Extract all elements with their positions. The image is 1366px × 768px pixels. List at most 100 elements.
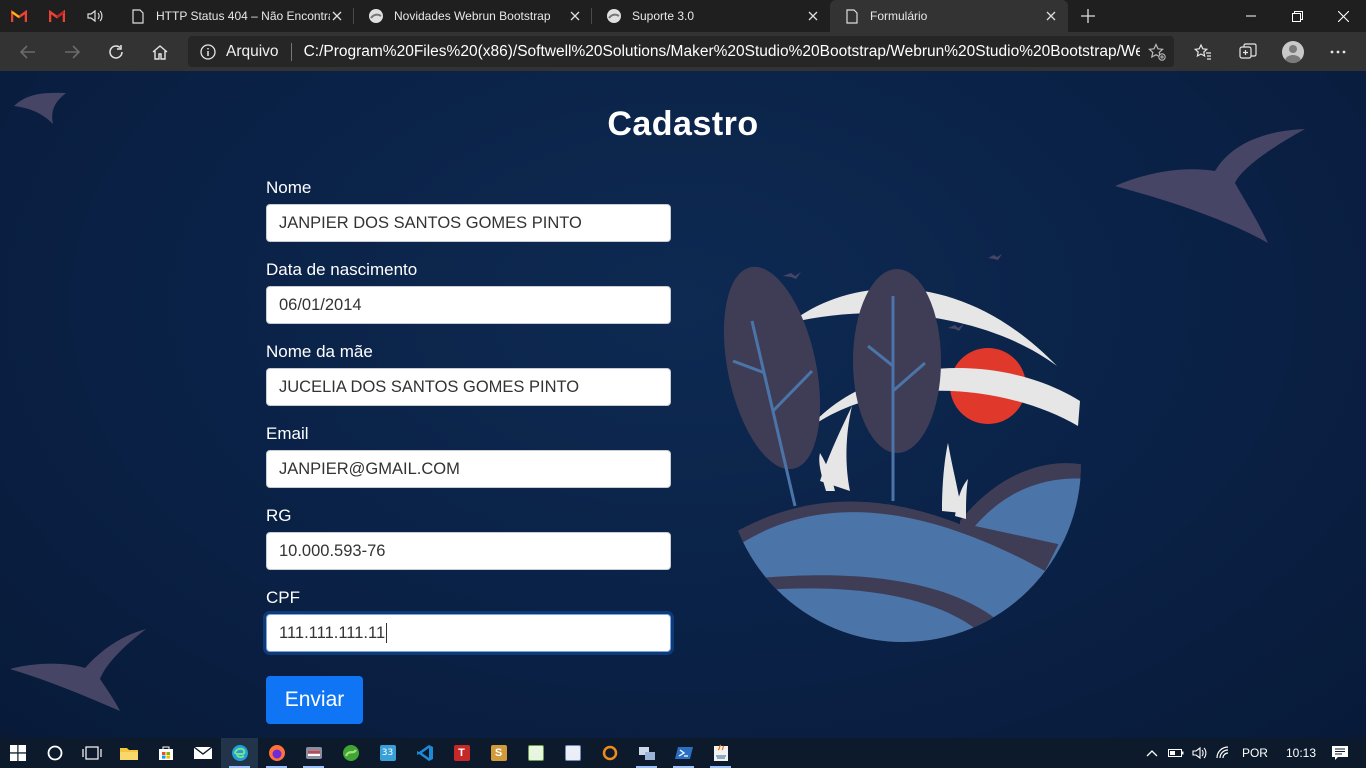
toolbar-actions [1180,32,1360,71]
snake-app-icon [342,745,359,761]
webrun-icon [368,8,384,24]
field-label-rg: RG [266,506,292,525]
favorites-button[interactable] [1180,32,1225,71]
app-button[interactable]: 33 [369,738,406,768]
speaker-icon [87,9,103,23]
input-value: JANPIER@GMAIL.COM [279,459,460,478]
enviar-button[interactable]: Enviar [266,676,363,724]
network-app-icon [638,747,655,760]
close-icon[interactable] [330,9,344,23]
tab-formulario[interactable]: Formulário [830,0,1068,32]
file-explorer-button[interactable] [110,738,147,768]
nome-mae-input[interactable]: JUCELIA DOS SANTOS GOMES PINTO [266,368,671,406]
browser-tab-bar: HTTP Status 404 – Não Encontrado Novidad… [0,0,1366,32]
show-hidden-icons-chevron-icon[interactable] [1140,749,1164,757]
task-view-button[interactable] [73,738,110,768]
app-button[interactable] [591,738,628,768]
restore-button[interactable] [1274,0,1320,32]
refresh-button[interactable] [94,32,138,71]
system-tray: POR 10:13 [1140,738,1366,768]
landscape-circle [723,266,1081,642]
info-icon[interactable] [200,43,220,60]
mail-button[interactable] [184,738,221,768]
page-icon [130,8,146,24]
pinned-tab-gmail-1[interactable] [0,0,38,32]
mail-icon [193,746,212,759]
cpf-input[interactable]: 111.111.111.11 [266,614,671,652]
tiny-bird-3 [948,324,964,331]
forward-button[interactable] [50,32,94,71]
app-button[interactable]: T [443,738,480,768]
battery-icon[interactable] [1164,748,1188,758]
task-view-icon [81,746,102,760]
settings-menu-button[interactable] [1315,32,1360,71]
browser-toolbar: Arquivo C:/Program%20Files%20(x86)/Softw… [0,32,1366,71]
refresh-icon [109,44,123,59]
close-icon[interactable] [1044,9,1058,23]
close-icon[interactable] [806,9,820,23]
collections-button[interactable] [1225,32,1270,71]
close-icon [1337,10,1349,22]
tab-title: Formulário [870,9,928,23]
powershell-button[interactable] [665,738,702,768]
app-button[interactable] [517,738,554,768]
input-language-indicator[interactable]: POR [1242,746,1268,760]
collections-icon [1238,42,1257,59]
url-text[interactable]: C:/Program%20Files%20(x86)/Softwell%20So… [304,43,1140,61]
wifi-icon[interactable] [1212,746,1236,760]
search-button[interactable] [36,738,73,768]
app-icon [564,745,581,761]
java-app-button[interactable] [702,738,739,768]
pinned-tab-audio[interactable] [76,0,114,32]
tab-novidades-webrun[interactable]: Novidades Webrun Bootstrap [354,0,592,32]
gmail-icon [11,10,27,22]
home-button[interactable] [138,32,182,71]
start-button[interactable] [0,738,36,768]
edge-button[interactable] [221,738,258,768]
java-icon [713,744,728,761]
text-caret [386,623,388,643]
add-favorite-icon[interactable] [1140,42,1174,61]
back-button[interactable] [6,32,50,71]
vscode-button[interactable] [406,738,443,768]
pinned-tab-gmail-2[interactable] [38,0,76,32]
tab-title: Novidades Webrun Bootstrap [394,9,551,23]
close-window-button[interactable] [1320,0,1366,32]
store-button[interactable] [147,738,184,768]
app-button[interactable] [295,738,332,768]
tab-suporte[interactable]: Suporte 3.0 [592,0,830,32]
window-controls [1228,0,1366,32]
data-nascimento-input[interactable]: 06/01/2014 [266,286,671,324]
app-button[interactable] [554,738,591,768]
page-viewport: Cadastro Nome JANPIER DOS SANTOS GOMES P… [0,71,1366,738]
profile-button[interactable] [1270,32,1315,71]
rg-input[interactable]: 10.000.593-76 [266,532,671,570]
email-input[interactable]: JANPIER@GMAIL.COM [266,450,671,488]
volume-icon[interactable] [1188,746,1212,760]
system-clock[interactable]: 10:13 [1286,746,1316,760]
firefox-button[interactable] [258,738,295,768]
bird-bottom-left [10,629,146,711]
app-button[interactable] [332,738,369,768]
minimize-icon [1246,15,1256,17]
tab-title: HTTP Status 404 – Não Encontrado [156,9,330,23]
tab-http-404[interactable]: HTTP Status 404 – Não Encontrado [116,0,354,32]
vscode-icon [416,745,433,761]
app-button[interactable]: S [480,738,517,768]
cortana-icon [47,745,62,761]
more-options-icon [1330,50,1345,53]
page-title: Cadastro [607,105,759,143]
restore-icon [1291,10,1303,22]
folder-icon [119,748,138,760]
app-button[interactable] [628,738,665,768]
close-icon[interactable] [568,9,582,23]
nome-input[interactable]: JANPIER DOS SANTOS GOMES PINTO [266,204,671,242]
notifications-icon[interactable] [1328,745,1352,761]
bird-top-right [1115,129,1305,243]
site-security-label[interactable]: Arquivo [226,43,279,61]
minimize-button[interactable] [1228,0,1274,32]
firefox-icon [268,745,285,761]
home-icon [152,44,168,60]
new-tab-button[interactable] [1068,0,1108,32]
address-bar[interactable]: Arquivo C:/Program%20Files%20(x86)/Softw… [188,36,1174,67]
